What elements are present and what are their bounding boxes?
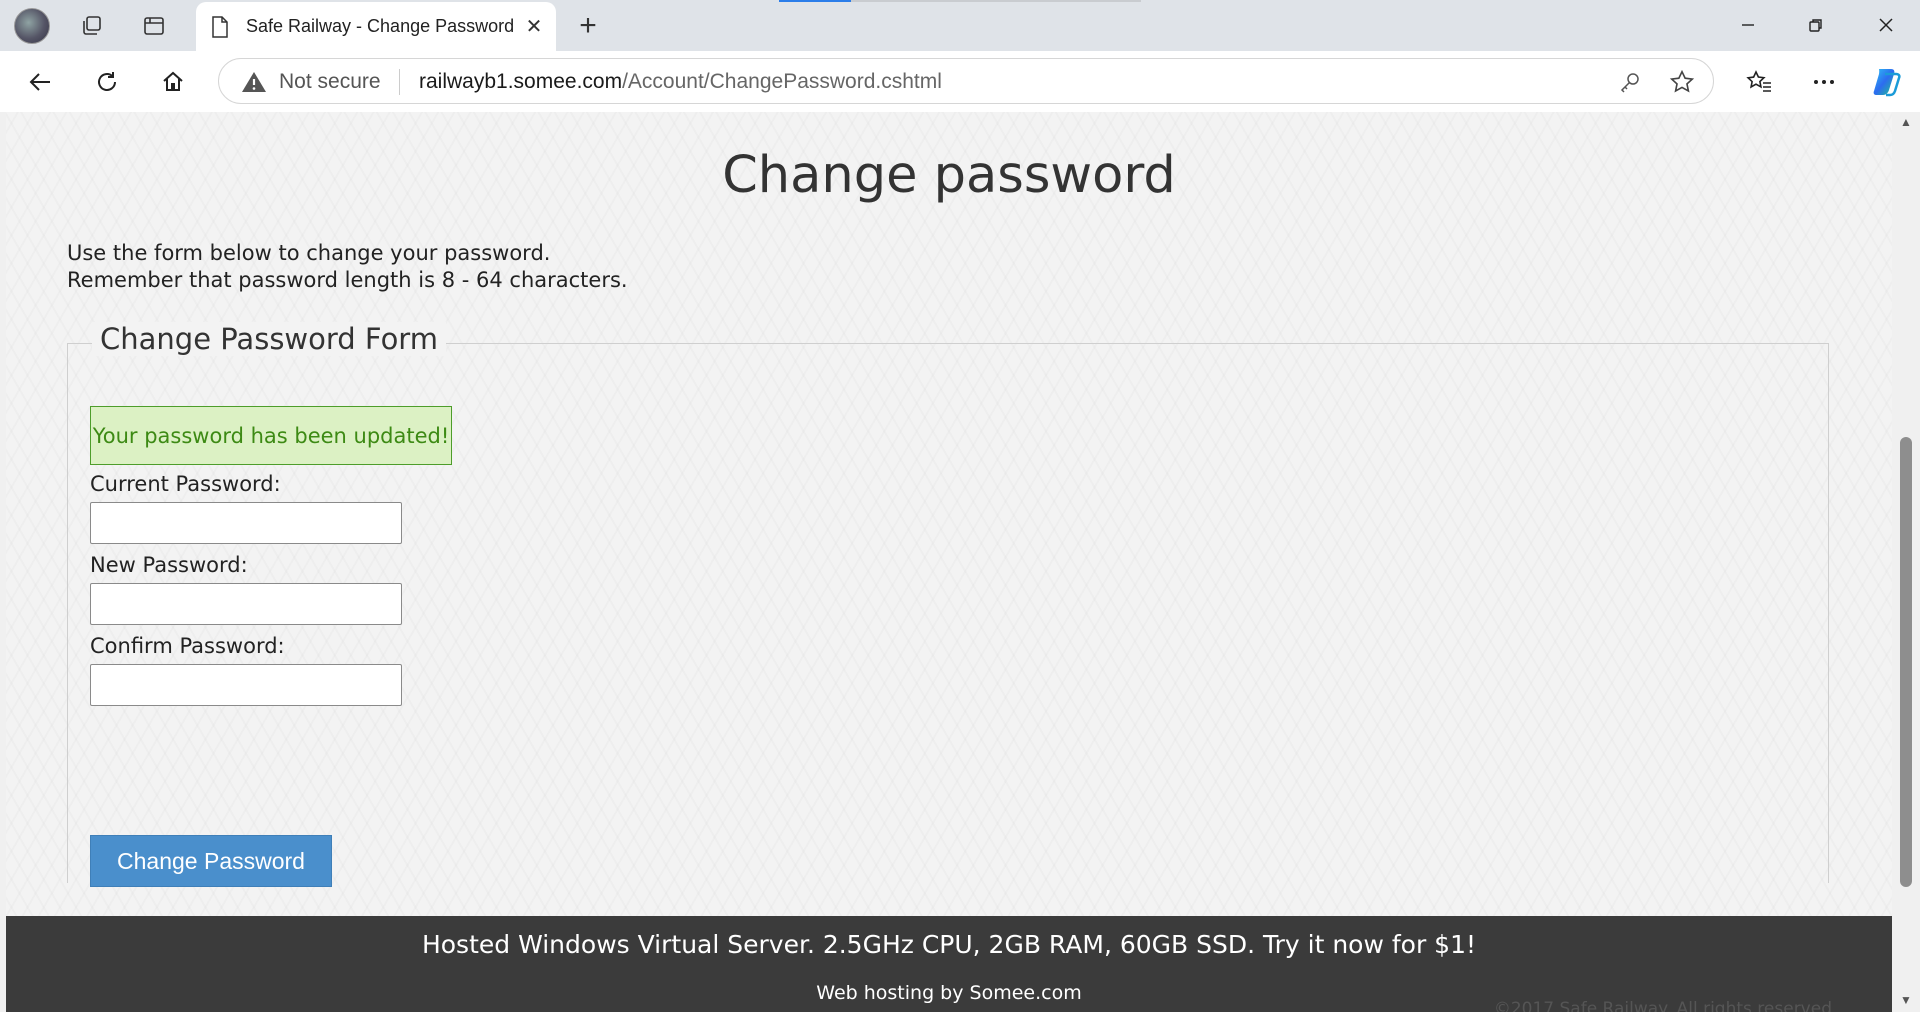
copyright-text: ©2017 Safe Railway. All rights reserved: [1493, 999, 1832, 1012]
scroll-up-arrow-icon[interactable]: ▲: [1896, 114, 1916, 130]
loading-indicator: [779, 0, 851, 2]
refresh-icon[interactable]: [86, 61, 128, 103]
form-legend: Change Password Form: [92, 322, 446, 356]
warning-icon[interactable]: [241, 70, 267, 99]
favorites-icon[interactable]: [1738, 61, 1780, 103]
browser-toolbar: Not secure railwayb1.somee.com/Account/C…: [0, 51, 1920, 112]
restore-icon[interactable]: [1792, 4, 1840, 46]
address-bar[interactable]: Not secure railwayb1.somee.com/Account/C…: [218, 58, 1714, 104]
url-host: railwayb1.somee.com: [419, 70, 623, 93]
close-icon[interactable]: [1862, 4, 1910, 46]
favorite-star-icon[interactable]: [1667, 67, 1697, 97]
footer-ad-banner: Hosted Windows Virtual Server. 2.5GHz CP…: [6, 916, 1892, 1012]
confirm-password-field[interactable]: [90, 664, 402, 706]
new-password-label: New Password:: [90, 553, 248, 577]
intro-text: Use the form below to change your passwo…: [67, 240, 628, 294]
change-password-form: Change Password Form Your password has b…: [67, 322, 1829, 887]
page-icon: [210, 16, 230, 43]
confirm-password-label: Confirm Password:: [90, 634, 285, 658]
tab-close-icon[interactable]: ✕: [522, 14, 546, 38]
intro-line-2: Remember that password length is 8 - 64 …: [67, 268, 628, 292]
intro-line-1: Use the form below to change your passwo…: [67, 241, 551, 265]
minimize-icon[interactable]: [1724, 4, 1772, 46]
url-text[interactable]: railwayb1.somee.com/Account/ChangePasswo…: [419, 70, 942, 94]
tab-actions-icon[interactable]: [136, 8, 172, 44]
workspaces-icon[interactable]: [74, 8, 110, 44]
new-password-field[interactable]: [90, 583, 402, 625]
change-password-button[interactable]: Change Password: [90, 835, 332, 887]
scroll-down-arrow-icon[interactable]: ▼: [1896, 992, 1916, 1008]
address-separator: [399, 69, 400, 95]
tab-title: Safe Railway - Change Password: [246, 16, 515, 36]
key-icon[interactable]: [1615, 67, 1645, 97]
page-content: Change password Use the form below to ch…: [6, 112, 1892, 1012]
browser-tab-active[interactable]: Safe Railway - Change Password ✕: [196, 2, 556, 51]
loading-track: [851, 0, 1141, 2]
profile-avatar[interactable]: [14, 8, 50, 44]
back-arrow-icon[interactable]: [20, 61, 62, 103]
url-path: /Account/ChangePassword.cshtml: [622, 70, 942, 93]
success-message: Your password has been updated!: [90, 406, 452, 465]
not-secure-label[interactable]: Not secure: [279, 70, 381, 94]
current-password-field[interactable]: [90, 502, 402, 544]
scroll-thumb[interactable]: [1900, 437, 1912, 887]
current-password-label: Current Password:: [90, 472, 281, 496]
more-icon[interactable]: [1803, 61, 1845, 103]
hosting-ad-link[interactable]: Hosted Windows Virtual Server. 2.5GHz CP…: [6, 930, 1892, 959]
home-icon[interactable]: [152, 61, 194, 103]
page-title: Change password: [722, 146, 1176, 205]
browser-tab-bar: Safe Railway - Change Password ✕ +: [0, 0, 1920, 51]
page-scrollbar[interactable]: ▲ ▼: [1892, 112, 1920, 1012]
copilot-icon[interactable]: [1866, 61, 1908, 103]
new-tab-button[interactable]: +: [570, 8, 606, 44]
